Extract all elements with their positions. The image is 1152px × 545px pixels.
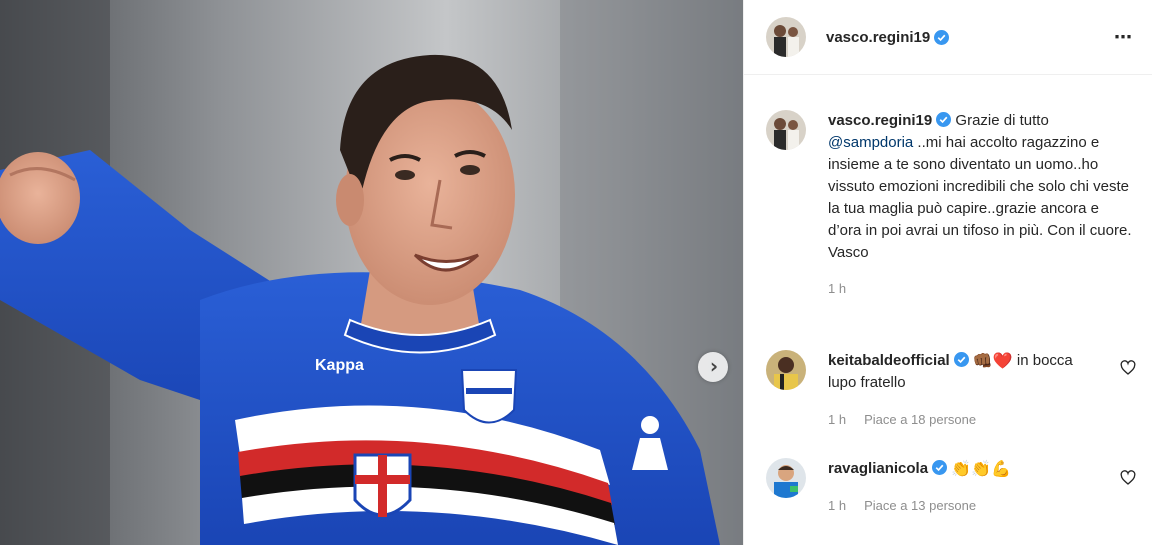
- commenter-avatar[interactable]: [766, 350, 806, 390]
- comment-item: ravaglianicola 👏👏💪 1 h Piace a 13 person…: [766, 458, 1136, 517]
- commenter-username[interactable]: keitabaldeofficial: [828, 352, 950, 369]
- post-image[interactable]: Kappa ›: [0, 0, 743, 545]
- comment-body: keitabaldeofficial 👊🏾❤️ in bocca lupo fr…: [828, 350, 1088, 431]
- caption-body: vasco.regini19 Grazie di tutto @sampdori…: [828, 110, 1133, 300]
- author-username[interactable]: vasco.regini19: [826, 29, 930, 46]
- verified-badge-icon: [932, 460, 948, 475]
- comment-emojis: 👊🏾❤️: [972, 351, 1013, 370]
- comment-time[interactable]: 1 h: [828, 495, 846, 517]
- commenter-avatar[interactable]: [766, 458, 806, 498]
- post-side-panel: vasco.regini19 ⋯ vasco.regini19 Grazie d…: [743, 0, 1152, 545]
- comment-time[interactable]: 1 h: [828, 409, 846, 431]
- post-header: vasco.regini19 ⋯: [744, 0, 1152, 75]
- commenter-username[interactable]: ravaglianicola: [828, 460, 928, 477]
- caption-author-avatar[interactable]: [766, 110, 806, 150]
- mention-link[interactable]: @sampdoria: [828, 134, 913, 151]
- verified-badge-icon: [934, 29, 950, 45]
- caption-time[interactable]: 1 h: [828, 278, 846, 300]
- caption-text-end: ..mi hai accolto ragazzino e insieme a t…: [828, 134, 1132, 261]
- jersey-brand-text: Kappa: [315, 357, 364, 374]
- more-options-icon[interactable]: ⋯: [1114, 27, 1133, 48]
- author-avatar[interactable]: [766, 17, 806, 57]
- caption-text-start: Grazie di tutto: [955, 112, 1049, 129]
- comment-body: ravaglianicola 👏👏💪 1 h Piace a 13 person…: [828, 458, 1088, 517]
- author-username-link[interactable]: vasco.regini19: [826, 29, 950, 46]
- caption-username[interactable]: vasco.regini19: [828, 112, 932, 129]
- chevron-right-icon: ›: [709, 354, 719, 378]
- post-caption: vasco.regini19 Grazie di tutto @sampdori…: [766, 110, 1136, 300]
- comment-emojis: 👏👏💪: [951, 459, 1011, 478]
- like-comment-heart-icon[interactable]: [1120, 470, 1136, 486]
- verified-badge-icon: [936, 112, 952, 127]
- player-photo: Kappa: [0, 0, 743, 545]
- like-comment-heart-icon[interactable]: [1120, 360, 1136, 376]
- verified-badge-icon: [953, 352, 969, 367]
- comment-likes[interactable]: Piace a 18 persone: [864, 409, 976, 431]
- comment-item: keitabaldeofficial 👊🏾❤️ in bocca lupo fr…: [766, 350, 1136, 431]
- next-image-button[interactable]: ›: [698, 352, 728, 382]
- comment-likes[interactable]: Piace a 13 persone: [864, 495, 976, 517]
